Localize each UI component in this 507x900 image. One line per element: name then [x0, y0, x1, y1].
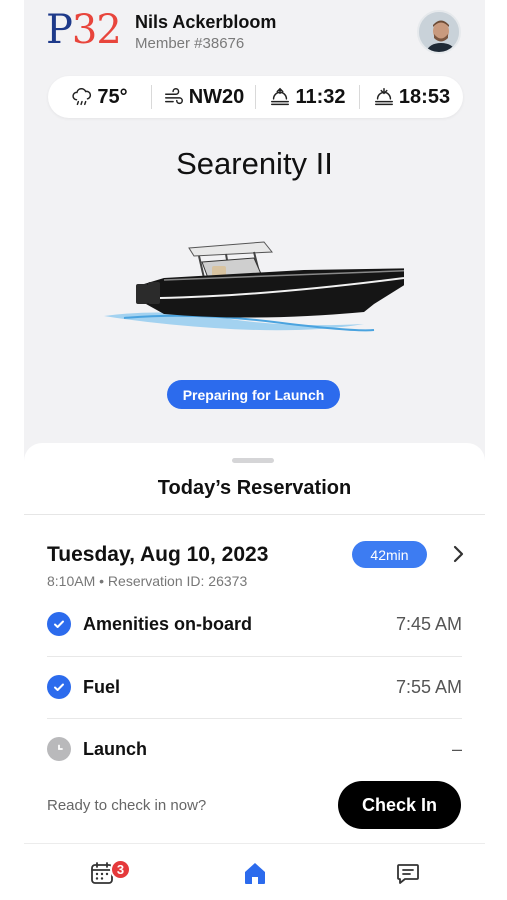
step-amenities: Amenities on-board 7:45 AM	[47, 593, 462, 655]
step-label: Launch	[83, 738, 148, 759]
clock-icon	[47, 737, 71, 761]
sunrise-icon	[271, 87, 290, 106]
chat-icon	[397, 864, 419, 884]
wind-icon	[164, 88, 183, 105]
sheet-title: Today’s Reservation	[157, 477, 352, 499]
step-launch: Launch –	[47, 718, 462, 780]
temperature-value: 75°	[97, 85, 128, 108]
tab-bar: 3	[24, 843, 485, 900]
checkin-prompt: Ready to check in now?	[47, 797, 207, 814]
notification-badge: 3	[110, 859, 131, 880]
sheet-drag-handle[interactable]	[232, 458, 274, 463]
boat-name: Searenity II	[176, 146, 333, 181]
brand-logo: P32	[46, 7, 122, 53]
member-id: Member #38676	[135, 35, 245, 52]
weather-bar: 75° NW20 11:32 18:53	[48, 76, 463, 118]
tab-home[interactable]	[240, 858, 270, 888]
reservation-date[interactable]: Tuesday, Aug 10, 2023	[47, 543, 268, 567]
tab-messages[interactable]	[393, 858, 423, 888]
member-name: Nils Ackerbloom	[135, 12, 277, 32]
avatar-photo-icon	[419, 12, 459, 52]
member-info: Nils Ackerbloom Member #38676	[135, 12, 276, 54]
weather-temperature: 75°	[48, 85, 151, 109]
step-fuel: Fuel 7:55 AM	[47, 656, 462, 718]
logo-number: 32	[71, 7, 122, 53]
reservation-subtitle: 8:10AM • Reservation ID: 26373	[47, 573, 248, 589]
app-screen: P32 Nils Ackerbloom Member #38676 75° NW…	[24, 0, 485, 900]
wind-value: NW20	[188, 85, 245, 108]
weather-sunrise: 11:32	[255, 85, 359, 109]
step-label: Amenities on-board	[83, 613, 253, 634]
boat-image	[104, 241, 404, 332]
weather-sunset: 18:53	[359, 85, 463, 109]
home-icon	[245, 863, 265, 884]
avatar[interactable]	[417, 10, 461, 54]
step-label: Fuel	[83, 676, 121, 697]
check-in-button[interactable]: Check In	[338, 781, 461, 829]
reservation-sheet: Today’s Reservation Tuesday, Aug 10, 202…	[24, 443, 485, 843]
logo-letter: P	[46, 7, 73, 53]
sunset-icon	[374, 88, 393, 106]
step-time: –	[451, 738, 462, 759]
divider	[24, 514, 485, 515]
sunset-value: 18:53	[398, 85, 451, 108]
sunrise-value: 11:32	[295, 85, 346, 108]
check-circle-icon	[47, 612, 71, 636]
chevron-right-icon[interactable]	[450, 544, 466, 564]
header: P32 Nils Ackerbloom Member #38676	[24, 0, 485, 70]
countdown-badge: 42min	[352, 541, 427, 568]
rain-cloud-icon	[72, 88, 92, 106]
step-time: 7:55 AM	[395, 676, 462, 697]
step-time: 7:45 AM	[395, 613, 462, 634]
check-circle-icon	[47, 675, 71, 699]
boat-status-badge: Preparing for Launch	[167, 380, 340, 409]
weather-wind: NW20	[151, 85, 255, 109]
